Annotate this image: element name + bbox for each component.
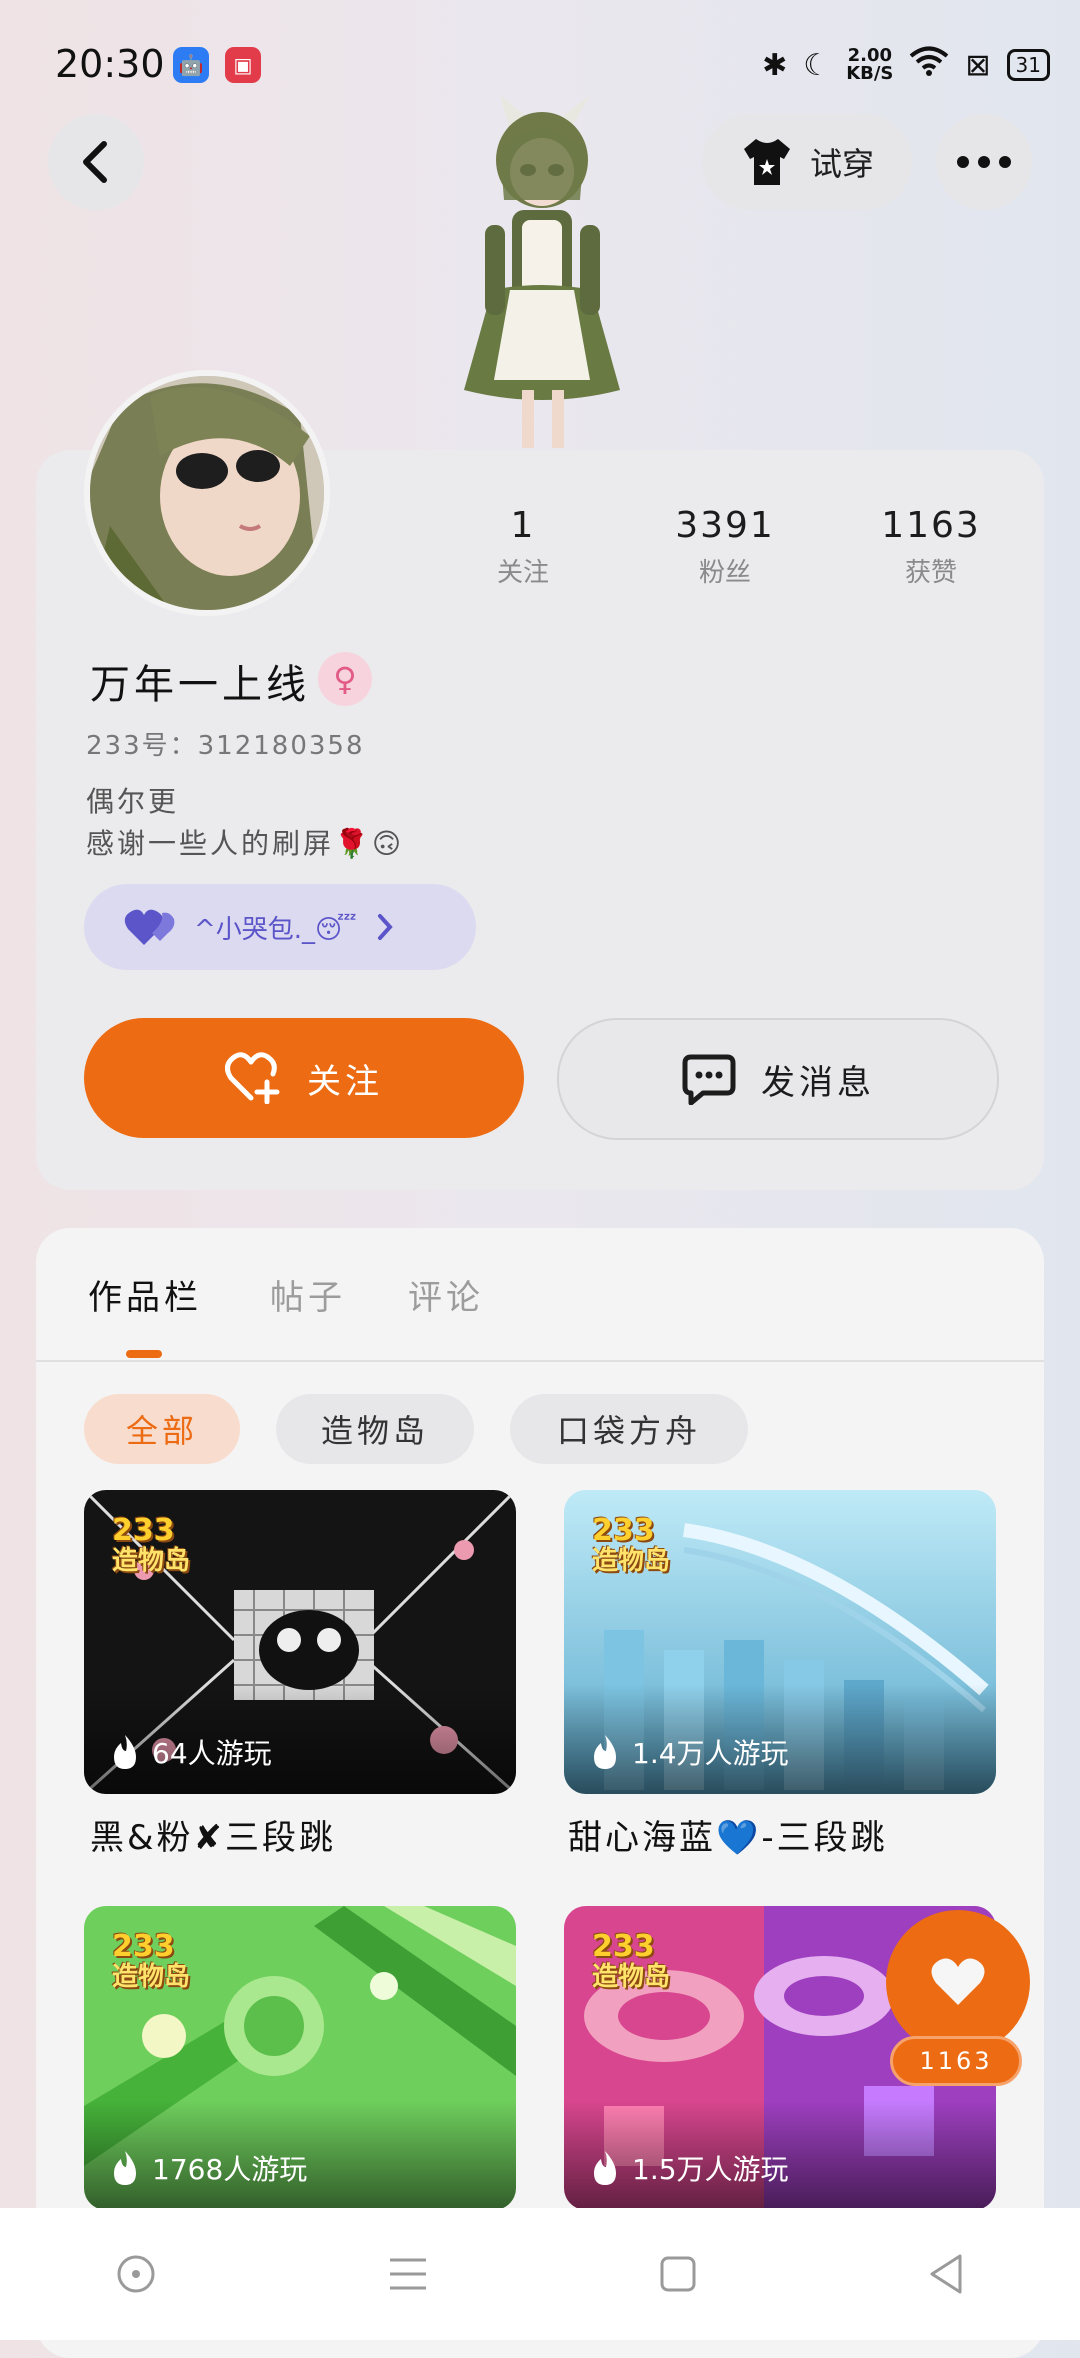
heart-icon: [931, 1958, 985, 2005]
chevron-right-icon: [377, 914, 393, 940]
bluetooth-icon: ✱: [762, 47, 788, 83]
moon-icon: ☾: [803, 47, 831, 83]
back-nav-icon[interactable]: [926, 2252, 966, 2296]
battery-icon: 31: [1006, 49, 1050, 81]
heart-add-icon: [225, 1052, 280, 1104]
user-id[interactable]: 233号：312180358: [86, 725, 365, 762]
gender-female-icon: ♀: [318, 652, 372, 706]
avatar-3d-figure[interactable]: [430, 90, 660, 450]
screen-record-icon: ▣: [225, 47, 261, 83]
stat-label: 粉丝: [698, 558, 751, 588]
more-button[interactable]: [936, 114, 1032, 210]
platform-logo: 233 造物岛: [112, 1929, 191, 1993]
tab-works[interactable]: 作品栏: [88, 1270, 202, 1319]
game-card[interactable]: 233 造物岛 64人游玩: [84, 1490, 516, 1794]
status-time: 20:30: [55, 42, 165, 86]
send-message-button[interactable]: 发消息: [557, 1018, 999, 1140]
flame-icon: [594, 2151, 616, 2185]
username: 万年一上线: [90, 662, 310, 708]
stat-label: 获赞: [904, 558, 957, 588]
message-label: 发消息: [761, 1062, 875, 1103]
try-on-button[interactable]: 试穿: [702, 114, 912, 210]
sim-icon: ⊠: [965, 47, 991, 83]
platform-logo: 233 造物岛: [112, 1513, 191, 1577]
home-icon[interactable]: [658, 2254, 698, 2294]
divider: [36, 1360, 1044, 1362]
flame-icon: [114, 1735, 136, 1769]
assistant-icon[interactable]: [114, 2252, 158, 2296]
game-card[interactable]: 233 造物岛 1.4万人游玩: [564, 1490, 996, 1794]
flame-icon: [594, 1735, 616, 1769]
chevron-left-icon: [83, 141, 107, 183]
play-count: 1.5万人游玩: [590, 2148, 789, 2188]
stat-label: 关注: [496, 558, 549, 588]
flame-icon: [114, 2151, 136, 2185]
tab-comments[interactable]: 评论: [408, 1270, 484, 1319]
follow-label: 关注: [307, 1061, 383, 1102]
play-count: 1.4万人游玩: [590, 1732, 789, 1772]
fan-badge-text: ^小哭包._😴: [194, 914, 357, 945]
more-dots-icon: [957, 156, 1011, 168]
bio-line: 感谢一些人的刷屏🌹🙃: [86, 827, 405, 860]
platform-logo: 233 造物岛: [592, 1929, 671, 1993]
menu-icon[interactable]: [386, 2254, 430, 2294]
status-icons: ✱ ☾ 2.00 KB/S ⊠ 31: [762, 45, 1050, 85]
stat-value: 1163: [881, 505, 981, 546]
stat-likes[interactable]: 1163 获赞: [846, 505, 1016, 589]
net-speed: 2.00 KB/S: [846, 45, 894, 84]
platform-logo: 233 造物岛: [592, 1513, 671, 1577]
filter-all[interactable]: 全部: [84, 1394, 240, 1464]
stat-following[interactable]: 1 关注: [438, 505, 608, 589]
system-nav-bar: [0, 2208, 1080, 2340]
tab-posts[interactable]: 帖子: [270, 1270, 346, 1319]
game-card[interactable]: 233 造物岛 1768人游玩: [84, 1906, 516, 2210]
play-count: 1768人游玩: [110, 2148, 307, 2188]
avatar[interactable]: [84, 370, 330, 616]
follow-button[interactable]: 关注: [84, 1018, 524, 1138]
like-button[interactable]: [886, 1910, 1030, 2054]
wifi-icon: [909, 45, 949, 85]
game-title[interactable]: 甜心海蓝💙-三段跳: [568, 1810, 888, 1859]
like-count: 1163: [890, 2036, 1022, 2086]
try-on-label: 试穿: [809, 145, 874, 183]
bio-line: 偶尔更: [86, 785, 180, 818]
tab-indicator: [126, 1350, 162, 1358]
play-count: 64人游玩: [110, 1732, 272, 1772]
game-title[interactable]: 黑&粉✘三段跳: [90, 1810, 336, 1859]
fan-club-badge[interactable]: ^小哭包._😴: [84, 884, 476, 970]
chat-bubble-icon: [682, 1054, 736, 1105]
back-button[interactable]: [48, 114, 144, 210]
filter-creation-island[interactable]: 造物岛: [276, 1394, 474, 1464]
stat-value: 1: [510, 505, 536, 546]
tshirt-icon: [743, 139, 790, 185]
stat-fans[interactable]: 3391 粉丝: [640, 505, 810, 589]
stat-value: 3391: [675, 505, 775, 546]
double-heart-icon: [124, 909, 175, 945]
filter-pocket-ark[interactable]: 口袋方舟: [510, 1394, 748, 1464]
android-icon: 🤖: [173, 47, 209, 83]
